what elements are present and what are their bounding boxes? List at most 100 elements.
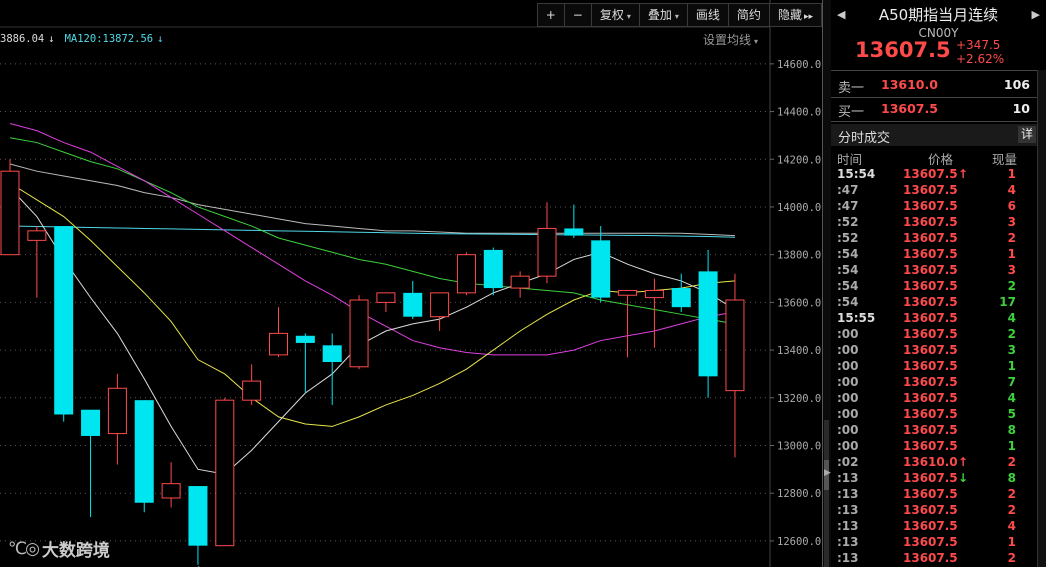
trade-row: :00 13607.5 1 — [831, 359, 1038, 375]
y-tick-label: 14400.0 — [777, 107, 821, 119]
trade-row: :54 13607.5 1 — [831, 247, 1038, 263]
candlestick-chart[interactable]: 14600.0 14400.0 14200.0 14000.0 13800.0 13600… — [0, 0, 822, 567]
y-tick-label: 12800.0 — [777, 488, 821, 500]
down-arrow-icon: ↓ — [157, 33, 164, 45]
chart-scrollbar[interactable] — [824, 420, 829, 567]
trade-row: :13 13607.5 2 — [831, 551, 1038, 567]
toolbar-button-label: 叠加 — [647, 8, 672, 22]
last-price: 13607.5 — [855, 38, 951, 62]
trade-price: 13607.5 — [903, 471, 958, 485]
y-tick-label: 13800.0 — [777, 250, 821, 262]
zoom-in-button[interactable]: + — [538, 4, 564, 26]
trade-row: :13 13607.5 2 — [831, 487, 1038, 503]
candle-body-down — [698, 271, 718, 377]
trade-volume: 1 — [1007, 439, 1016, 453]
quote-title-bar: ◀ A50期指当月连续 ▶ — [831, 0, 1046, 28]
trade-price: 13607.5 — [903, 263, 958, 277]
trade-price: 13607.5 — [903, 295, 958, 309]
trade-time: :54 — [837, 279, 859, 293]
trade-price: 13607.5 — [903, 231, 958, 245]
trade-time: :54 — [837, 295, 859, 309]
trade-volume: 4 — [1007, 183, 1016, 197]
trade-row: :52 13607.5 2 — [831, 231, 1038, 247]
draw-button[interactable]: 画线 — [686, 4, 728, 26]
change-percent: +2.62% — [956, 52, 1005, 66]
trade-time: :52 — [837, 231, 859, 245]
candle-body-down — [81, 409, 101, 436]
kline-chart-area[interactable]: 14600.0 14400.0 14200.0 14000.0 13800.0 13600… — [0, 0, 822, 567]
trade-time: :00 — [837, 439, 859, 453]
candle-body-up — [510, 275, 530, 289]
bid-volume: 10 — [1012, 101, 1030, 116]
trade-price: 13607.5 — [903, 359, 958, 373]
trades-scrollbar[interactable] — [1037, 70, 1046, 567]
chevron-down-icon: ▾ — [754, 37, 759, 46]
trade-row: :47 13607.5 6 — [831, 199, 1038, 215]
trade-row: 15:55 13607.5 4 — [831, 311, 1038, 327]
candle-body-up — [269, 332, 288, 356]
watermark-logo: ℃◎ — [8, 538, 40, 559]
trade-time: :00 — [837, 391, 859, 405]
trade-volume: 6 — [1007, 199, 1016, 213]
ask-volume: 106 — [1003, 77, 1030, 92]
trade-price: 13607.5 — [903, 519, 958, 533]
down-arrow-icon: ↓ — [48, 33, 55, 45]
toolbar-button-label: 复权 — [599, 8, 624, 22]
watermark-text: 大数跨境 — [41, 541, 110, 561]
trade-price: 13607.5 — [903, 279, 958, 293]
trade-time: :47 — [837, 183, 859, 197]
trade-volume: 1 — [1007, 535, 1016, 549]
trade-volume: 2 — [1007, 503, 1016, 517]
candle-body-up — [215, 399, 235, 547]
trade-price: 13607.5 — [903, 535, 958, 549]
trade-row: :00 13607.5 4 — [831, 391, 1038, 407]
prev-symbol-icon[interactable]: ◀ — [837, 8, 845, 21]
trade-time: :13 — [837, 519, 859, 533]
toolbar-button-label: 隐藏 — [777, 8, 802, 22]
trade-volume: 7 — [1007, 375, 1016, 389]
trade-volume: 8 — [1007, 471, 1016, 485]
trade-time: 15:55 — [837, 311, 876, 325]
next-symbol-icon[interactable]: ▶ — [1032, 8, 1040, 21]
y-tick-label: 13200.0 — [777, 393, 821, 405]
trades-title: 分时成交 — [838, 131, 891, 146]
trade-volume: 2 — [1007, 231, 1016, 245]
simple-button[interactable]: 简约 — [727, 4, 769, 26]
trade-row: :00 13607.5 5 — [831, 407, 1038, 423]
trade-time: :00 — [837, 423, 859, 437]
candle-body-down — [671, 288, 691, 308]
bid-row: 买一 13607.5 10 — [831, 98, 1046, 120]
trade-time: :54 — [837, 263, 859, 277]
y-tick-label: 14000.0 — [777, 202, 821, 214]
adjust-button[interactable]: 复权 ▾ — [590, 4, 639, 26]
y-tick-label: 13000.0 — [777, 441, 821, 453]
trade-row: :52 13607.5 3 — [831, 215, 1038, 231]
ma-cyan-line — [9, 225, 735, 238]
hide-button[interactable]: 隐藏 ▸▸ — [768, 4, 821, 26]
trade-volume: 2 — [1007, 327, 1016, 341]
trade-price: 13607.5 — [903, 215, 958, 229]
trade-volume: 3 — [1007, 343, 1016, 357]
set-ma-button[interactable]: 设置均线 ▾ — [703, 31, 758, 48]
trades-header: 分时成交 详 — [831, 124, 1038, 146]
zoom-out-button[interactable]: − — [563, 4, 591, 26]
trade-row: 15:54 13607.5 ↑ 1 — [831, 167, 1038, 183]
trade-price: 13607.5 — [903, 183, 958, 197]
trade-price: 13607.5 — [903, 343, 958, 357]
trade-time: :00 — [837, 327, 859, 341]
trade-volume: 2 — [1007, 551, 1016, 565]
divider — [831, 121, 1046, 122]
ma-legend: 3886.04 ↓ MA120:13872.56 ↓ — [0, 33, 173, 45]
trade-time: :02 — [837, 455, 859, 469]
overlay-button[interactable]: 叠加 ▾ — [638, 4, 687, 26]
candle-body-down — [564, 228, 584, 236]
up-arrow-icon: ↑ — [958, 167, 969, 181]
toolbar-button-label: + — [545, 8, 556, 22]
expand-arrow-icon[interactable]: ▶ — [824, 468, 831, 478]
y-tick-label: 13400.0 — [777, 345, 821, 357]
bid-price: 13607.5 — [881, 101, 938, 116]
trade-volume: 4 — [1007, 391, 1016, 405]
trade-price: 13607.5 — [903, 439, 958, 453]
candle-body-down — [134, 400, 154, 503]
detail-button[interactable]: 详 — [1018, 126, 1036, 143]
